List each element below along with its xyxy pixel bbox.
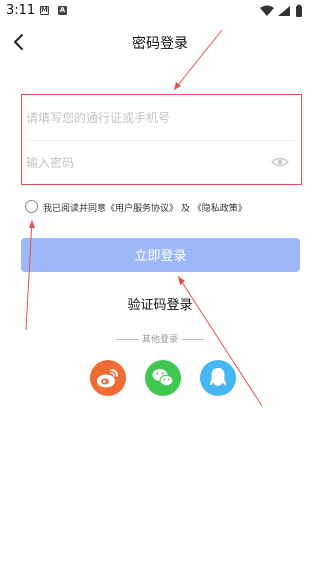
wechat-icon — [152, 369, 174, 387]
notification-m-icon: M — [40, 6, 49, 15]
password-field — [26, 140, 297, 185]
wifi-icon — [260, 5, 274, 16]
weibo-icon — [97, 369, 118, 388]
agreement-row: 我已阅读并同意《用户服务协议》 及 《隐私政策》 — [25, 200, 315, 216]
signal-icon — [278, 6, 290, 16]
wechat-login-button[interactable] — [145, 360, 181, 396]
account-field — [26, 95, 297, 141]
other-login-label: 其他登录 — [141, 335, 178, 345]
other-login-divider: 其他登录 — [0, 332, 320, 345]
status-time: 3:11 — [6, 3, 36, 18]
status-bar: 3:11 M A — [0, 0, 320, 24]
annotation-arrow-agreement — [25, 219, 33, 331]
notification-a-icon: A — [58, 6, 67, 15]
login-form — [21, 94, 302, 185]
annotation-arrowhead-login — [178, 276, 185, 285]
header: 密码登录 — [0, 24, 320, 60]
sms-login-link[interactable]: 验证码登录 — [0, 294, 320, 313]
annotation-overlay — [25, 29, 263, 407]
qq-icon — [209, 368, 227, 386]
weibo-login-button[interactable] — [90, 360, 126, 396]
eye-icon — [270, 157, 290, 167]
battery-icon — [296, 6, 302, 17]
account-input[interactable] — [26, 95, 256, 140]
password-input[interactable] — [26, 140, 256, 185]
agreement-text[interactable]: 我已阅读并同意《用户服务协议》 及 《隐私政策》 — [43, 201, 247, 214]
page-title: 密码登录 — [132, 36, 188, 52]
status-right-icons — [260, 4, 302, 17]
divider-line-right — [182, 339, 204, 340]
agreement-radio[interactable] — [25, 200, 38, 213]
qq-login-button[interactable] — [200, 360, 236, 396]
divider-line-left — [115, 339, 138, 340]
annotation-arrowhead-agreement — [29, 220, 35, 228]
login-button[interactable]: 立即登录 — [21, 238, 300, 272]
show-password-button[interactable] — [270, 154, 290, 170]
annotation-arrowhead-form — [174, 82, 181, 90]
